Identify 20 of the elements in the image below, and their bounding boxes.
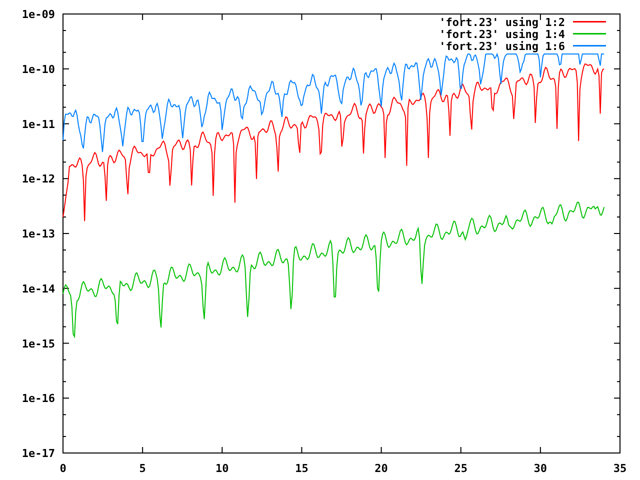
tick-label: 1e-15 — [22, 337, 55, 350]
tick-label: 0 — [60, 462, 66, 475]
tick-label: 1e-12 — [22, 172, 55, 186]
tick-label: 10 — [216, 462, 229, 475]
legend-label: 'fort.23' using 1:2 — [439, 16, 565, 29]
tick-label: 1e-11 — [22, 118, 55, 131]
tick-label: 30 — [534, 462, 548, 475]
tick-label: 15 — [295, 462, 308, 475]
tick-label: 35 — [613, 462, 627, 475]
tick-label: 1e-09 — [22, 8, 55, 21]
tick-label: 1e-14 — [22, 282, 55, 296]
tick-label: 1e-17 — [22, 447, 55, 460]
legend-label: 'fort.23' using 1:4 — [439, 28, 565, 41]
tick-label: 5 — [139, 462, 146, 475]
tick-label: 20 — [374, 462, 388, 475]
tick-label: 25 — [454, 462, 468, 475]
tick-label: 1e-10 — [22, 62, 55, 76]
tick-label: 1e-13 — [22, 228, 55, 240]
tick-label: 1e-16 — [22, 392, 55, 406]
legend-label: 'fort.23' using 1:6 — [439, 40, 565, 53]
